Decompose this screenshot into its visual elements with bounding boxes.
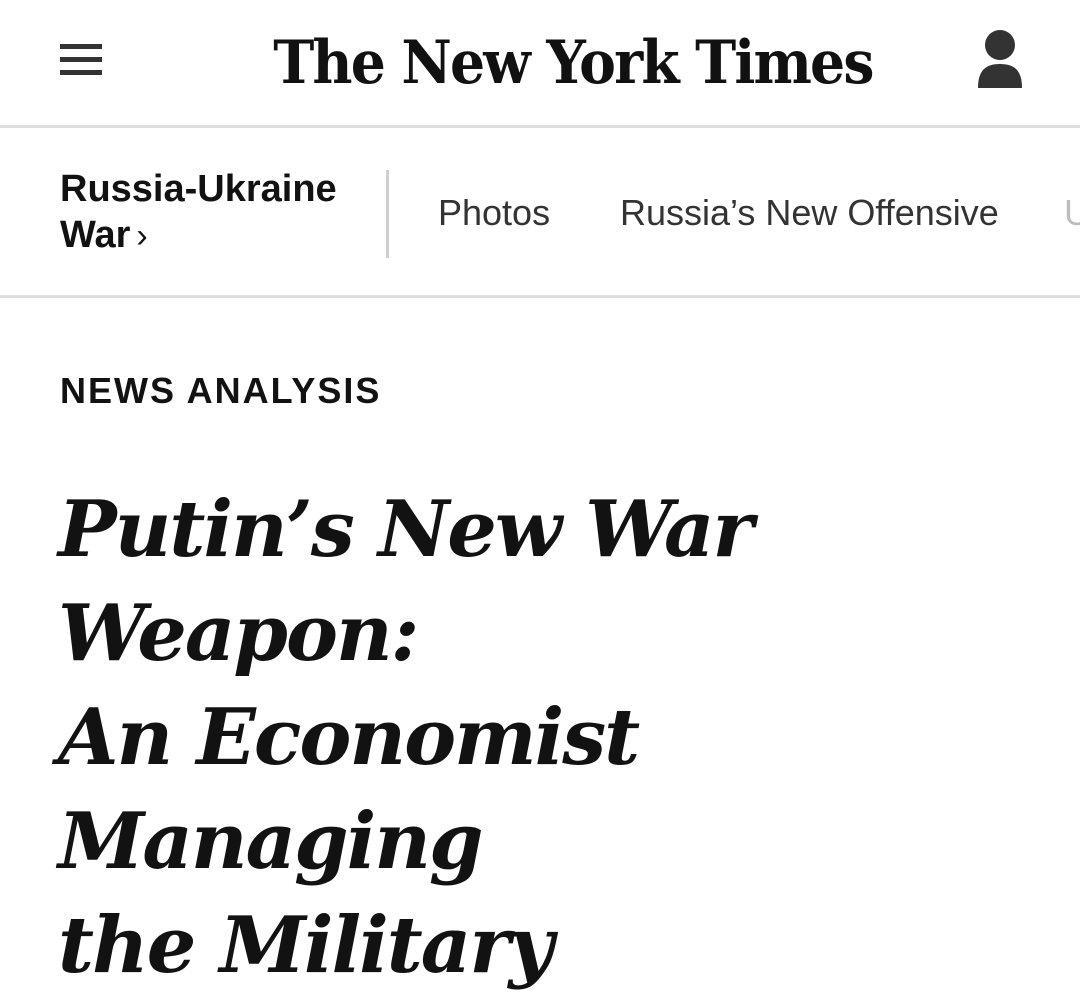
nav-link-truncated[interactable]: U [1064, 190, 1080, 236]
section-nav: Russia-Ukraine War › Photos Russia’s New … [0, 128, 1080, 298]
section-title-line2: War [60, 214, 131, 256]
hamburger-menu-icon[interactable] [60, 44, 102, 76]
nav-divider [386, 170, 389, 258]
headline-line: Putin’s New War Weapon: [58, 484, 754, 679]
headline-line: the Military [58, 900, 554, 991]
section-title-line1: Russia-Ukraine [60, 168, 337, 210]
chevron-right-icon: › [136, 217, 148, 255]
masthead: The New York Times [0, 0, 1080, 128]
nav-link-russias-new-offensive[interactable]: Russia’s New Offensive [620, 190, 999, 236]
nav-link-photos[interactable]: Photos [438, 190, 550, 236]
user-account-icon[interactable] [976, 28, 1024, 90]
article-headline: Putin’s New War Weapon: An Economist Man… [58, 478, 1058, 998]
article-kicker: NEWS ANALYSIS [60, 370, 382, 411]
nyt-logo[interactable]: The New York Times [273, 18, 874, 108]
section-title-link[interactable]: Russia-Ukraine War › [60, 166, 360, 259]
headline-line: An Economist Managing [58, 692, 640, 887]
